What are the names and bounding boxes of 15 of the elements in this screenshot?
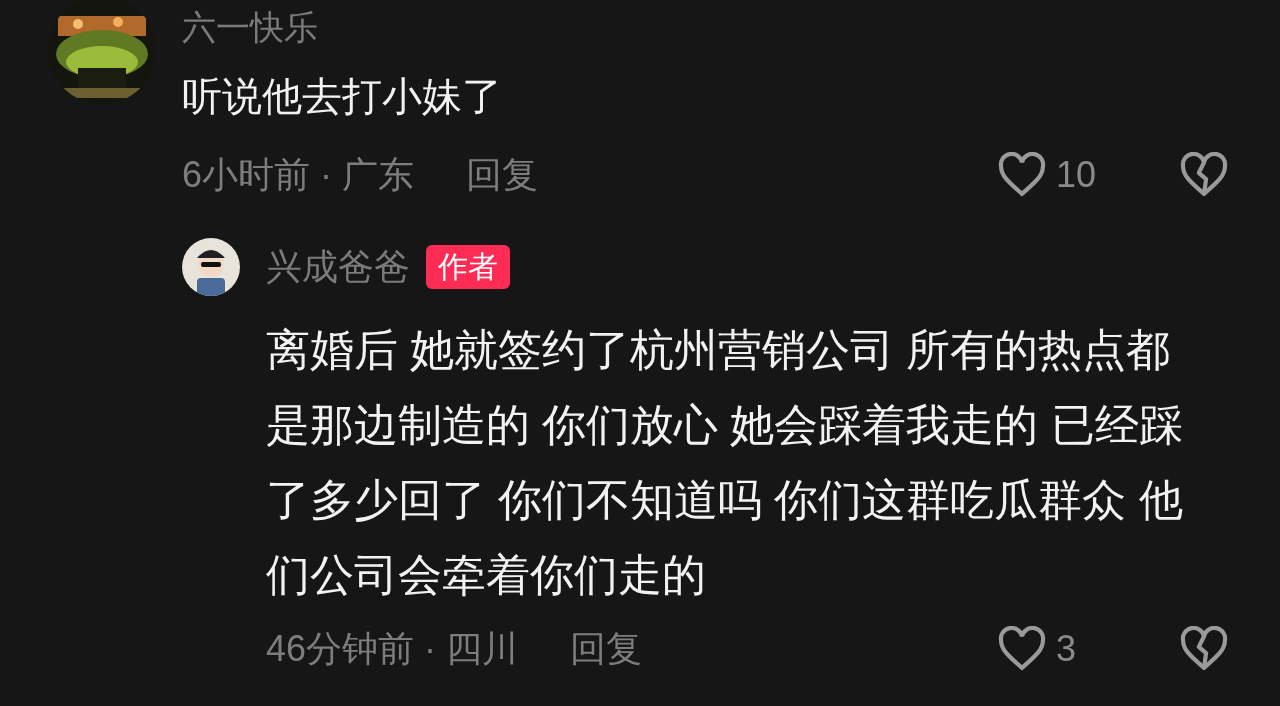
reply-text: 离婚后 她就签约了杭州营销公司 所有的热点都是那边制造的 你们放心 她会踩着我走的 已经踩了多少回了 你们不知道吗 你们这群吃瓜群众 他们公司会牵着你们走的 xyxy=(266,324,1184,601)
like-count: 10 xyxy=(1056,157,1098,193)
heart-icon[interactable] xyxy=(996,626,1048,672)
username[interactable]: 六一快乐 xyxy=(182,10,1230,44)
reply-link[interactable]: 回复 xyxy=(466,157,538,193)
author-badge: 作者 xyxy=(426,245,510,289)
like-count: 3 xyxy=(1056,631,1078,667)
heart-icon[interactable] xyxy=(996,152,1048,198)
broken-heart-icon[interactable] xyxy=(1178,152,1230,198)
comment-text: 听说他去打小妹了 xyxy=(182,76,503,116)
reply-link[interactable]: 回复 xyxy=(570,631,643,667)
timestamp: 46分钟前 · 四川 xyxy=(266,631,519,667)
timestamp: 6小时前 · 广东 xyxy=(182,157,414,193)
broken-heart-icon[interactable] xyxy=(1178,626,1230,672)
username[interactable]: 兴成爸爸 xyxy=(266,249,410,285)
